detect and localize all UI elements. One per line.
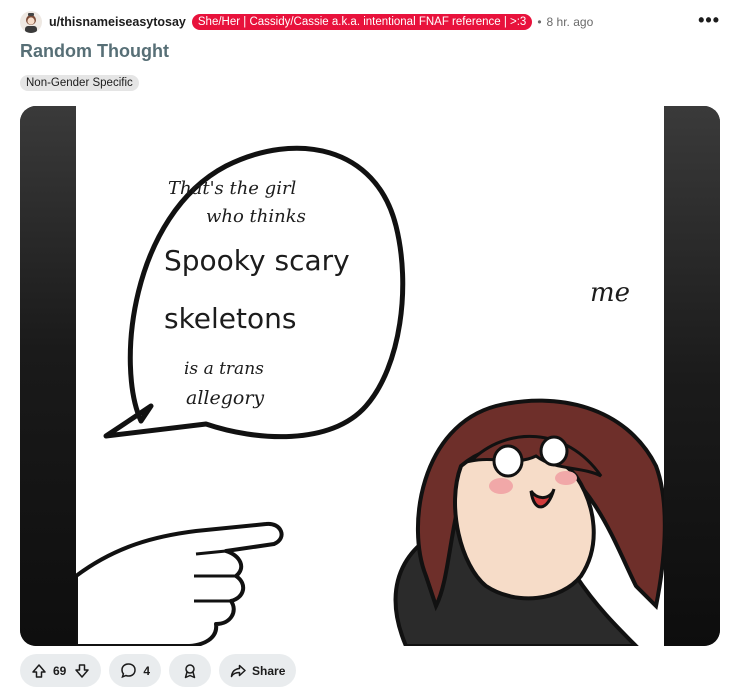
- post-header: u/thisnameiseasytosay She/Her | Cassidy/…: [20, 9, 726, 35]
- speech-text-line4: skeletons: [164, 302, 297, 335]
- share-button[interactable]: Share: [219, 654, 297, 687]
- user-flair: She/Her | Cassidy/Cassie a.k.a. intentio…: [191, 14, 533, 30]
- downvote-arrow-icon[interactable]: [74, 663, 90, 679]
- avatar-icon[interactable]: [20, 11, 42, 33]
- post-flair-tag[interactable]: Non-Gender Specific: [20, 75, 139, 91]
- post-image[interactable]: That's the girl who thinks Spooky scary …: [20, 106, 720, 646]
- post-time: 8 hr. ago: [546, 15, 594, 29]
- image-blur-left: [20, 106, 76, 646]
- speech-text-line2: who thinks: [206, 206, 306, 227]
- vote-control: 69: [20, 654, 102, 687]
- meta-separator: •: [537, 15, 542, 29]
- comment-bubble-icon: [120, 662, 137, 679]
- award-button[interactable]: [169, 654, 212, 687]
- comments-button[interactable]: 4: [109, 654, 162, 687]
- post-author[interactable]: u/thisnameiseasytosay: [49, 15, 186, 29]
- post-actions: 69 4 Share: [20, 654, 297, 687]
- upvote-arrow-icon[interactable]: [31, 663, 47, 679]
- comment-count: 4: [143, 663, 151, 678]
- speech-text-line1: That's the girl: [168, 178, 297, 199]
- award-icon: [182, 663, 198, 679]
- share-arrow-icon: [230, 663, 246, 679]
- me-label: me: [590, 278, 631, 308]
- comic-panel: That's the girl who thinks Spooky scary …: [76, 106, 664, 646]
- speech-text-line3: Spooky scary: [164, 244, 350, 277]
- more-options-icon[interactable]: •••: [698, 11, 720, 29]
- post-title[interactable]: Random Thought: [20, 41, 169, 62]
- share-label: Share: [252, 663, 286, 678]
- speech-text-line6: allegory: [186, 387, 265, 409]
- vote-count: 69: [53, 663, 67, 678]
- comic-artwork: [76, 145, 664, 646]
- pointing-hand: [76, 521, 284, 646]
- image-blur-right: [664, 106, 720, 646]
- girl-character: [393, 398, 664, 646]
- speech-text-line5: is a trans: [184, 359, 264, 379]
